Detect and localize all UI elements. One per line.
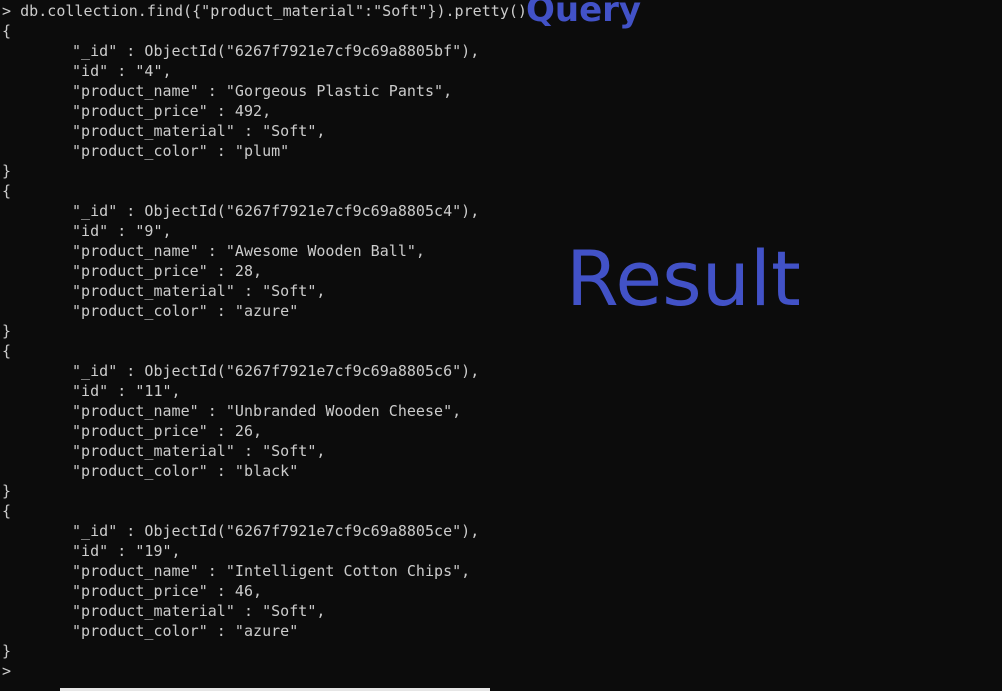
doc-close-brace: }: [2, 482, 12, 500]
doc-objectid-line: "_id" : ObjectId("6267f7921e7cf9c69a8805…: [72, 362, 480, 380]
doc-close-brace: }: [2, 322, 12, 340]
doc-price-line: "product_price" : 492,: [72, 102, 272, 120]
doc-id-line: "id" : "9",: [72, 222, 172, 240]
doc-material-line: "product_material" : "Soft",: [72, 602, 326, 620]
doc-objectid-line: "_id" : ObjectId("6267f7921e7cf9c69a8805…: [72, 202, 480, 220]
result-annotation: Result: [566, 234, 801, 323]
doc-objectid-line: "_id" : ObjectId("6267f7921e7cf9c69a8805…: [72, 522, 480, 540]
doc-name-line: "product_name" : "Gorgeous Plastic Pants…: [72, 82, 453, 100]
doc-price-line: "product_price" : 28,: [72, 262, 263, 280]
doc-id-line: "id" : "4",: [72, 62, 172, 80]
doc-name-line: "product_name" : "Awesome Wooden Ball",: [72, 242, 425, 260]
doc-name-line: "product_name" : "Unbranded Wooden Chees…: [72, 402, 462, 420]
query-annotation: Query: [526, 0, 642, 30]
doc-open-brace: {: [2, 182, 12, 200]
doc-id-line: "id" : "19",: [72, 542, 181, 560]
doc-open-brace: {: [2, 502, 12, 520]
doc-open-brace: {: [2, 342, 12, 360]
final-prompt[interactable]: >: [2, 661, 11, 681]
doc-price-line: "product_price" : 46,: [72, 582, 263, 600]
doc-material-line: "product_material" : "Soft",: [72, 122, 326, 140]
command-line: > db.collection.find({"product_material"…: [2, 1, 527, 21]
doc-color-line: "product_color" : "azure": [72, 622, 299, 640]
doc-material-line: "product_material" : "Soft",: [72, 282, 326, 300]
doc-color-line: "product_color" : "plum": [72, 142, 290, 160]
doc-close-brace: }: [2, 162, 12, 180]
doc-color-line: "product_color" : "black": [72, 462, 299, 480]
doc-objectid-line: "_id" : ObjectId("6267f7921e7cf9c69a8805…: [72, 42, 480, 60]
terminal-window: > db.collection.find({"product_material"…: [0, 0, 1002, 691]
doc-material-line: "product_material" : "Soft",: [72, 442, 326, 460]
query-command: db.collection.find({"product_material":"…: [20, 2, 527, 20]
doc-price-line: "product_price" : 26,: [72, 422, 263, 440]
doc-id-line: "id" : "11",: [72, 382, 181, 400]
doc-color-line: "product_color" : "azure": [72, 302, 299, 320]
doc-open-brace: {: [2, 22, 12, 40]
doc-close-brace: }: [2, 642, 12, 660]
prompt-symbol: >: [2, 2, 12, 20]
doc-name-line: "product_name" : "Intelligent Cotton Chi…: [72, 562, 471, 580]
